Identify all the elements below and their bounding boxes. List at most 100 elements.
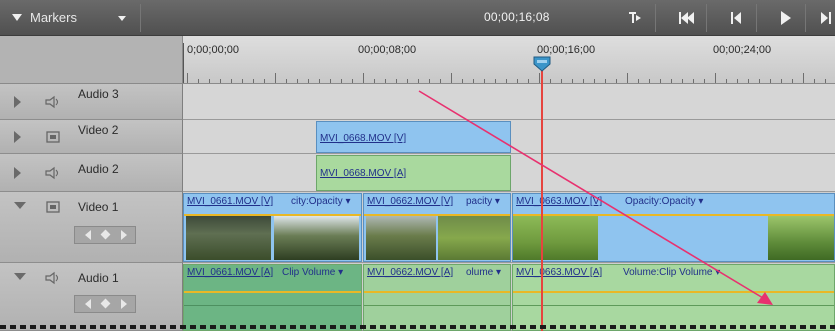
clip-mvi-0663-video[interactable]: MVI_0663.MOV [V] Opacity:Opacity ▾ <box>512 193 835 262</box>
track-name: Audio 3 <box>78 87 119 101</box>
track-lane-audio-1[interactable]: MVI_0661.MOV [A] Clip Volume ▾ MVI_0662.… <box>183 263 835 331</box>
markers-dropdown[interactable]: Markers <box>8 7 132 29</box>
ruler-tick <box>418 79 419 83</box>
ruler-tick <box>352 79 353 83</box>
ruler-tick <box>264 79 265 83</box>
clip-effect-menu[interactable]: Volume:Clip Volume ▾ <box>623 267 720 278</box>
set-in-button[interactable] <box>620 6 650 30</box>
track-header-audio-3[interactable]: Audio 3 <box>0 84 183 120</box>
clip-effect-menu[interactable]: pacity ▾ <box>466 196 500 207</box>
ruler-tick <box>660 79 661 83</box>
next-keyframe-icon[interactable] <box>121 299 127 309</box>
ruler-tick <box>275 73 276 83</box>
playhead-line[interactable] <box>541 68 543 331</box>
triangle-right-icon[interactable] <box>14 167 21 179</box>
prev-keyframe-icon[interactable] <box>85 299 91 309</box>
clip-label: MVI_0662.MOV [A] <box>367 267 454 278</box>
track-lane-audio-3[interactable] <box>183 84 835 120</box>
volume-rubberband[interactable] <box>364 291 510 293</box>
clip-label: MVI_0661.MOV [A] <box>187 267 274 278</box>
ruler-tick <box>187 73 188 83</box>
ruler-tick <box>550 79 551 83</box>
clip-effect-menu[interactable]: city:Opacity ▾ <box>291 196 350 207</box>
volume-rubberband[interactable] <box>184 291 361 293</box>
ruler-tick <box>682 79 683 83</box>
playhead-handle-icon[interactable] <box>533 56 551 72</box>
clip-mvi-0662-audio[interactable]: MVI_0662.MOV [A] olume ▾ <box>363 264 511 331</box>
ruler-label: 00;00;16;00 <box>537 44 596 56</box>
ruler-tick <box>561 79 562 83</box>
ruler-tick <box>198 79 199 83</box>
ruler-tick <box>594 79 595 83</box>
triangle-down-icon[interactable] <box>14 273 26 280</box>
film-icon[interactable] <box>44 130 62 144</box>
clip-thumbnail <box>513 216 598 260</box>
work-area-bar[interactable] <box>0 325 835 329</box>
ruler-tick <box>517 79 518 83</box>
prev-keyframe-icon[interactable] <box>85 230 91 240</box>
clip-thumbnail <box>366 216 436 260</box>
track-name: Audio 2 <box>78 162 119 176</box>
clip-thumbnail <box>768 216 834 260</box>
speaker-icon[interactable] <box>44 95 62 109</box>
speaker-icon[interactable] <box>44 166 62 180</box>
clip-effect-menu[interactable]: Opacity:Opacity ▾ <box>625 196 703 207</box>
clip-label: MVI_0668.MOV [A] <box>320 168 407 179</box>
volume-rubberband[interactable] <box>513 291 834 293</box>
clip-label: MVI_0661.MOV [V] <box>187 196 274 207</box>
clip-label: MVI_0668.MOV [V] <box>320 133 407 144</box>
ruler-tick <box>407 79 408 83</box>
step-forward-button[interactable] <box>816 6 835 30</box>
ruler-tick <box>330 79 331 83</box>
ruler-tick <box>462 79 463 83</box>
play-button[interactable] <box>770 6 800 30</box>
triangle-down-icon[interactable] <box>14 202 26 209</box>
step-back-button[interactable] <box>721 6 751 30</box>
audio-waveform-baseline <box>184 305 361 306</box>
ruler-tick <box>341 79 342 83</box>
next-keyframe-icon[interactable] <box>121 230 127 240</box>
ruler-tick <box>429 79 430 83</box>
clip-label: MVI_0662.MOV [V] <box>367 196 454 207</box>
clip-mvi-0662-video[interactable]: MVI_0662.MOV [V] pacity ▾ <box>363 193 511 262</box>
clip-label: MVI_0663.MOV [V] <box>516 196 603 207</box>
track-lane-video-2[interactable]: MVI_0668.MOV [V] <box>183 120 835 154</box>
clip-effect-menu[interactable]: olume ▾ <box>466 267 501 278</box>
current-timecode[interactable]: 00;00;16;08 <box>484 10 550 24</box>
triangle-right-icon[interactable] <box>14 96 21 108</box>
triangle-right-icon[interactable] <box>14 131 21 143</box>
ruler-tick <box>825 79 826 83</box>
ruler-tick <box>297 79 298 83</box>
ruler-tick <box>319 79 320 83</box>
add-keyframe-icon[interactable] <box>100 298 111 309</box>
ruler-tick <box>638 79 639 83</box>
clip-mvi-0668-audio[interactable]: MVI_0668.MOV [A] <box>316 155 511 191</box>
step-back-icon <box>731 12 741 24</box>
clip-mvi-0661-video[interactable]: MVI_0661.MOV [V] city:Opacity ▾ <box>183 193 362 262</box>
track-lane-video-1[interactable]: MVI_0661.MOV [V] city:Opacity ▾ MVI_0662… <box>183 192 835 263</box>
clip-mvi-0668-video[interactable]: MVI_0668.MOV [V] <box>316 121 511 153</box>
track-lane-audio-2[interactable]: MVI_0668.MOV [A] <box>183 154 835 192</box>
track-header-video-1[interactable]: Video 1 <box>0 192 183 263</box>
ruler-tick <box>440 79 441 83</box>
track-header-video-2[interactable]: Video 2 <box>0 120 183 154</box>
track-header-audio-1[interactable]: Audio 1 <box>0 263 183 331</box>
ruler-tick <box>506 79 507 83</box>
add-keyframe-icon[interactable] <box>100 229 111 240</box>
set-in-icon <box>629 12 641 23</box>
clip-effect-menu[interactable]: Clip Volume ▾ <box>282 267 343 278</box>
clip-mvi-0661-audio[interactable]: MVI_0661.MOV [A] Clip Volume ▾ <box>183 264 362 331</box>
track-header-audio-2[interactable]: Audio 2 <box>0 154 183 192</box>
speaker-icon[interactable] <box>44 271 62 285</box>
clip-thumbnail <box>274 216 359 260</box>
ruler-tick <box>715 73 716 83</box>
time-ruler[interactable]: 0;00;00;00 00;00;08;00 00;00;16;00 00;00… <box>183 36 835 84</box>
ruler-tick <box>209 79 210 83</box>
clip-mvi-0663-audio[interactable]: MVI_0663.MOV [A] Volume:Clip Volume ▾ <box>512 264 835 331</box>
ruler-tick <box>737 79 738 83</box>
ruler-tick <box>759 79 760 83</box>
go-to-start-button[interactable] <box>671 6 701 30</box>
ruler-label: 00;00;24;00 <box>713 44 772 56</box>
film-icon[interactable] <box>44 200 62 214</box>
marker-icon <box>12 14 22 21</box>
